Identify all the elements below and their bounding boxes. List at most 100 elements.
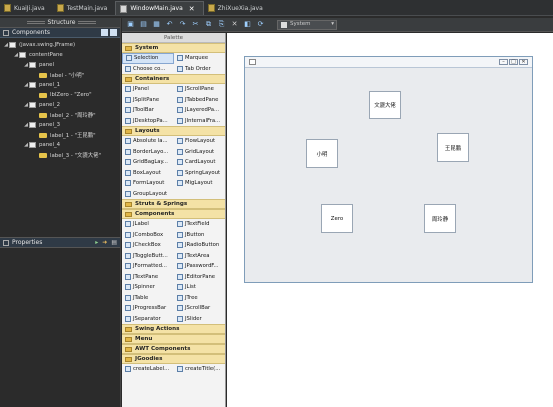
palette-item[interactable]: GridBagLay... — [122, 157, 174, 168]
palette-item[interactable]: JList — [174, 282, 225, 293]
palette-item[interactable]: JTree — [174, 293, 225, 304]
palette-item[interactable]: FormLayout — [122, 178, 174, 189]
component-icon — [177, 273, 183, 280]
tree-item[interactable]: ◢ panel — [0, 60, 120, 70]
palette-category[interactable]: AWT Components — [122, 344, 225, 354]
palette-category[interactable]: Containers — [122, 74, 225, 84]
copy-icon[interactable]: ⧉ — [204, 20, 213, 29]
collapse-all-icon[interactable] — [110, 29, 117, 36]
tree-item[interactable]: ◢ panel_2 — [0, 100, 120, 110]
palette-item[interactable]: JTable — [122, 293, 174, 304]
palette-item[interactable]: JButton — [174, 230, 225, 241]
palette-item[interactable]: GridLayout — [174, 147, 225, 158]
palette-item[interactable]: JPanel — [122, 84, 174, 95]
goto-definition-icon[interactable]: ➜ — [102, 239, 107, 246]
panel-label-wenxiao[interactable]: 文骁大佬 — [369, 91, 401, 119]
palette-item[interactable]: JTextArea — [174, 251, 225, 262]
undo-icon[interactable]: ↶ — [165, 20, 174, 29]
palette-item[interactable]: JSpinner — [122, 282, 174, 293]
palette-item[interactable]: JProgressBar — [122, 303, 174, 314]
palette-item[interactable]: JSplitPane — [122, 95, 174, 106]
tab-windowmain[interactable]: WindowMain.java ✕ — [115, 1, 204, 15]
palette-category[interactable]: System — [122, 43, 225, 53]
panel-label-zero[interactable]: Zero — [321, 204, 353, 233]
tree-item[interactable]: label_1 - "王昆鹏" — [0, 130, 120, 140]
panel-label-xiaoming[interactable]: 小明 — [306, 139, 338, 168]
close-icon[interactable]: ✕ — [519, 59, 528, 65]
palette-item[interactable]: JPasswordF... — [174, 261, 225, 272]
test-gui-icon[interactable]: ▣ — [126, 20, 135, 29]
palette-item[interactable]: JSlider — [174, 314, 225, 325]
palette-category[interactable]: Components — [122, 209, 225, 219]
palette-item[interactable]: JRadioButton — [174, 240, 225, 251]
tree-item[interactable]: lblZero - "Zero" — [0, 90, 120, 100]
tree-item[interactable]: ◢ panel_4 — [0, 140, 120, 150]
palette-item[interactable]: JTabbedPane — [174, 95, 225, 106]
tab-kuaiji[interactable]: KuaiJi.java — [0, 1, 53, 15]
palette-item[interactable]: JEditorPane — [174, 272, 225, 283]
paste-icon[interactable]: ⎘ — [217, 20, 226, 29]
tree-item[interactable]: ◢ contentPane — [0, 50, 120, 60]
palette-item[interactable]: Marquee — [174, 53, 225, 64]
palette-item[interactable]: Absolute la... — [122, 136, 174, 147]
palette-category[interactable]: Menu — [122, 334, 225, 344]
palette-item[interactable]: CardLayout — [174, 157, 225, 168]
palette-item[interactable]: createLabel... — [122, 364, 174, 375]
show-events-icon[interactable]: ▸ — [95, 239, 98, 246]
source-icon[interactable]: ▤ — [139, 20, 148, 29]
palette-item[interactable]: JScrollPane — [174, 84, 225, 95]
palette-item[interactable]: Selection — [122, 53, 174, 64]
tab-zhixuexia[interactable]: ZhiXueXia.java — [204, 1, 271, 15]
palette-item[interactable]: MigLayout — [174, 178, 225, 189]
panel-label-wangkunpeng[interactable]: 王昆鹏 — [437, 133, 469, 162]
palette-item[interactable]: JCheckBox — [122, 240, 174, 251]
palette-item[interactable]: Choose co... — [122, 64, 174, 75]
tree-item[interactable]: label_2 - "周玲静" — [0, 110, 120, 120]
minimize-icon[interactable]: – — [499, 59, 508, 65]
tree-item[interactable]: ◢ (javax.swing.JFrame) — [0, 40, 120, 50]
palette-item[interactable]: GroupLayout — [122, 189, 174, 200]
design-icon[interactable]: ▦ — [152, 20, 161, 29]
expand-all-icon[interactable] — [101, 29, 108, 36]
palette-item[interactable]: SpringLayout — [174, 168, 225, 179]
properties-menu-icon[interactable]: ▤ — [111, 239, 117, 246]
redo-icon[interactable]: ↷ — [178, 20, 187, 29]
palette-category[interactable]: JGoodies — [122, 354, 225, 364]
tree-item[interactable]: label - "小明" — [0, 70, 120, 80]
palette-item[interactable]: JComboBox — [122, 230, 174, 241]
delete-icon[interactable]: ✕ — [230, 20, 239, 29]
tab-testmain[interactable]: TestMain.java — [53, 1, 116, 15]
jframe-preview[interactable]: – □ ✕ 文骁大佬 小明 王昆鹏 Zero 周玲静 — [244, 56, 533, 283]
component-icon — [177, 366, 183, 373]
palette-category[interactable]: Layouts — [122, 126, 225, 136]
palette-item[interactable]: JInternalFra... — [174, 116, 225, 127]
palette-item[interactable]: BoxLayout — [122, 168, 174, 179]
look-and-feel-select[interactable]: System ▾ — [277, 19, 337, 30]
maximize-icon[interactable]: □ — [509, 59, 518, 65]
palette-item-label: JInternalFra... — [185, 117, 221, 124]
palette-item[interactable]: JToggleButt... — [122, 251, 174, 262]
tree-item[interactable]: label_3 - "文骁大佬" — [0, 150, 120, 160]
palette-item[interactable]: createTitle(... — [174, 364, 225, 375]
palette-item[interactable]: JSeparator — [122, 314, 174, 325]
palette-category[interactable]: Struts & Springs — [122, 199, 225, 209]
refresh-icon[interactable]: ⟳ — [256, 20, 265, 29]
palette-item[interactable]: JTextField — [174, 219, 225, 230]
palette-item[interactable]: JFormatted... — [122, 261, 174, 272]
tree-item[interactable]: ◢ panel_3 — [0, 120, 120, 130]
tree-item[interactable]: ◢ panel_1 — [0, 80, 120, 90]
palette-item[interactable]: Tab Order — [174, 64, 225, 75]
preview-icon[interactable]: ◧ — [243, 20, 252, 29]
palette-item[interactable]: FlowLayout — [174, 136, 225, 147]
palette-item[interactable]: BorderLayo... — [122, 147, 174, 158]
palette-item[interactable]: JTextPane — [122, 272, 174, 283]
palette-item[interactable]: JLayeredPa... — [174, 105, 225, 116]
cut-icon[interactable]: ✂ — [191, 20, 200, 29]
panel-label-zhoulingjing[interactable]: 周玲静 — [424, 204, 456, 233]
palette-item[interactable]: JLabel — [122, 219, 174, 230]
palette-item[interactable]: JToolBar — [122, 105, 174, 116]
close-icon[interactable]: ✕ — [189, 5, 195, 13]
palette-category[interactable]: Swing Actions — [122, 324, 225, 334]
palette-item[interactable]: JScrollBar — [174, 303, 225, 314]
palette-item[interactable]: JDesktopPa... — [122, 116, 174, 127]
